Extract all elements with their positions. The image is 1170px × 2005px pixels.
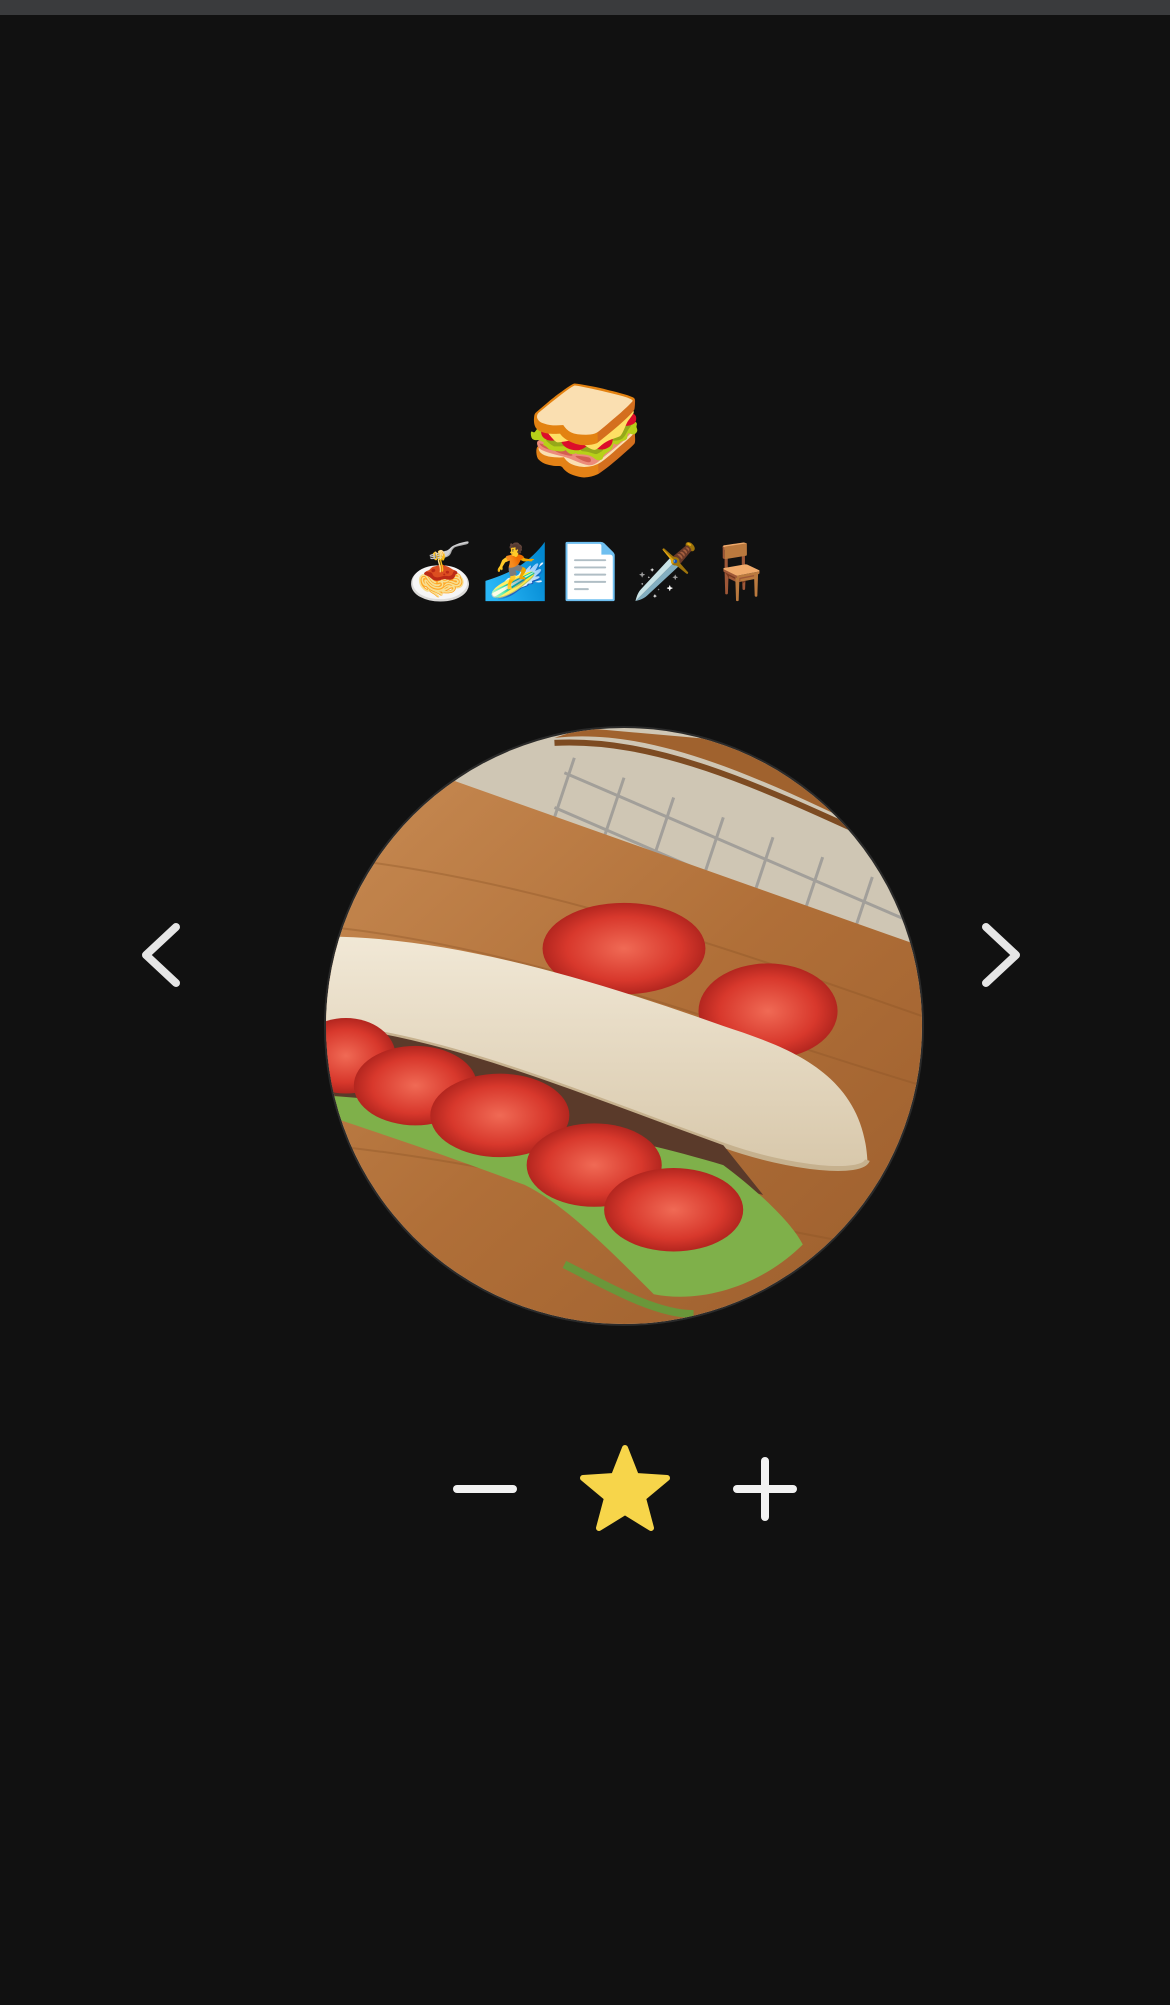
chevron-left-icon: [142, 923, 180, 987]
minus-icon: [453, 1485, 517, 1493]
emoji-options-row: 🍝 🏄 📄 🗡️ 🪑: [0, 535, 1170, 608]
previous-button[interactable]: [124, 915, 204, 995]
sandwich-image: [326, 728, 922, 1324]
food-photo: [324, 726, 924, 1326]
main-emoji: 🥪: [525, 374, 645, 486]
emoji-option-dagger[interactable]: 🗡️: [632, 535, 699, 608]
star-icon: [580, 1445, 670, 1531]
emoji-option-chair[interactable]: 🪑: [707, 535, 774, 608]
top-status-strip: [0, 0, 1170, 15]
emoji-option-spaghetti[interactable]: 🍝: [407, 535, 474, 608]
plus-icon: [733, 1457, 797, 1521]
emoji-option-page[interactable]: 📄: [557, 535, 624, 608]
chevron-right-icon: [982, 923, 1020, 987]
next-button[interactable]: [958, 915, 1038, 995]
favorite-star-button[interactable]: [575, 1440, 675, 1540]
rating-controls: [0, 1440, 1170, 1540]
decrease-rating-button[interactable]: [435, 1440, 535, 1540]
emoji-option-surfer[interactable]: 🏄: [482, 535, 549, 608]
increase-rating-button[interactable]: [715, 1440, 815, 1540]
